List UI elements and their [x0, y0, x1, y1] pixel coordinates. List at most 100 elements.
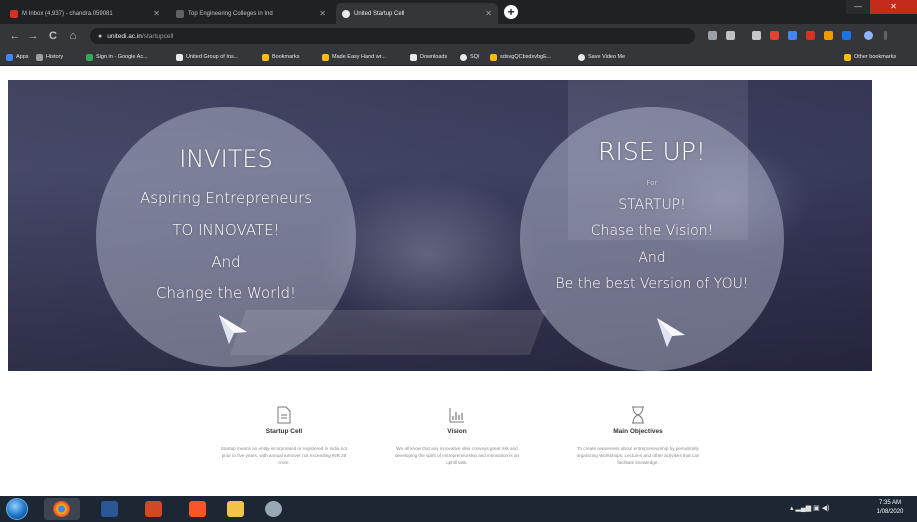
word-icon [101, 501, 118, 517]
bookmark-label: Downloads [420, 54, 448, 60]
rise-up-line-3: And [638, 250, 666, 266]
page-icon [176, 9, 184, 18]
taskbar-brave[interactable] [180, 498, 216, 520]
extension-icon[interactable] [770, 31, 779, 40]
feature-main-objectives: Main Objectives To create awareness abou… [548, 406, 728, 466]
tab-close-icon[interactable]: ✕ [481, 9, 492, 18]
browser-toolbar: ← → C ⌂ ● unitedi.ac.in /startupcell [0, 24, 917, 48]
extension-icon[interactable] [824, 31, 833, 40]
bookmark-united-group[interactable]: United Group of Ins... [176, 51, 238, 63]
bookmark-label: History [46, 54, 64, 60]
feature-startup-cell: Startup Cell Startup means an entity inc… [194, 406, 374, 466]
apps-icon [6, 53, 13, 61]
minimize-button[interactable]: — [846, 0, 870, 14]
rise-up-line-1: STARTUP! [618, 197, 686, 213]
menu-icon[interactable] [884, 31, 887, 40]
windows-taskbar: ▴ ▂▄▆ ▣ ◀) 7:35 AM 1/08/2020 [0, 496, 917, 522]
rise-up-title: RISE UP! [598, 137, 706, 166]
tab-label: United Startup Cell [354, 10, 405, 17]
globe-icon [578, 53, 585, 61]
taskbar-powerpoint[interactable] [136, 498, 172, 520]
folder-icon [844, 53, 851, 61]
extension-icon[interactable] [842, 31, 851, 40]
address-bar[interactable]: ● unitedi.ac.in /startupcell [90, 28, 695, 44]
bookmark-made-easy[interactable]: Made Easy Hand wr... [322, 51, 386, 63]
url-path: /startupcell [141, 32, 174, 40]
feature-vision: Vision We all know that any innovative i… [367, 406, 547, 466]
gmail-icon [10, 9, 18, 18]
rise-up-for: For [646, 179, 658, 187]
bookmark-google[interactable]: Sign in - Google Ac... [86, 51, 148, 63]
bookmarks-bar: Apps History Sign in - Google Ac... Unit… [0, 48, 917, 66]
bookmark-save-video[interactable]: Save Video Me [578, 51, 625, 63]
tab-gmail[interactable]: M Inbox (4,937) - chandra.059081 ✕ [4, 3, 166, 24]
forward-button[interactable]: → [26, 29, 40, 43]
bookmark-label: SQI [470, 54, 480, 60]
bookmark-label: Other bookmarks [854, 54, 897, 60]
lock-icon: ● [98, 32, 103, 40]
brave-icon [189, 501, 206, 517]
bookmark-folder[interactable]: sdsvgQCbsdxvbgE... [490, 51, 551, 63]
tab-close-icon[interactable]: ✕ [315, 9, 326, 18]
powerpoint-icon [145, 501, 162, 517]
rise-up-line-4: Be the best Version of YOU! [555, 276, 749, 292]
system-tray[interactable]: ▴ ▂▄▆ ▣ ◀) [790, 504, 829, 512]
clock[interactable]: 7:35 AM 1/08/2020 [870, 499, 910, 517]
folder-icon [322, 53, 329, 61]
feature-description: To create awareness about entrepreneursh… [576, 446, 700, 465]
home-button[interactable]: ⌂ [66, 29, 80, 43]
tab-close-icon[interactable]: ✕ [149, 9, 160, 18]
media-icon [265, 501, 282, 517]
star-icon[interactable] [726, 31, 735, 40]
feature-title: Startup Cell [265, 428, 303, 435]
start-button[interactable] [6, 498, 28, 520]
bookmark-apps[interactable]: Apps [6, 51, 29, 63]
feature-title: Vision [447, 428, 467, 435]
invites-title: INVITES [179, 145, 273, 173]
tab-colleges[interactable]: Top Engineering Colleges in Ind ✕ [170, 3, 332, 24]
search-icon[interactable] [708, 31, 717, 40]
bookmark-label: Save Video Me [588, 54, 626, 60]
page-content: INVITES Aspiring Entrepreneurs TO INNOVA… [0, 66, 917, 496]
bookmark-history[interactable]: History [36, 51, 63, 63]
profile-avatar[interactable] [864, 31, 873, 40]
chrome-icon [53, 501, 70, 517]
bookmark-label: United Group of Ins... [186, 54, 239, 60]
close-window-button[interactable]: ✕ [870, 0, 917, 14]
extension-icon[interactable] [788, 31, 797, 40]
tab-united-startup-cell[interactable]: United Startup Cell ✕ [336, 3, 498, 24]
taskbar-explorer[interactable] [218, 498, 254, 520]
bookmark-sqi[interactable]: SQI [460, 51, 479, 63]
history-icon [36, 53, 43, 61]
extension-icon[interactable] [752, 31, 761, 40]
folder-icon [227, 501, 244, 517]
taskbar-chrome[interactable] [44, 498, 80, 520]
paper-plane-icon [219, 315, 247, 344]
taskbar-media[interactable] [256, 498, 292, 520]
back-button[interactable]: ← [8, 29, 22, 43]
url-host: unitedi.ac.in [107, 32, 142, 40]
bookmark-other[interactable]: Other bookmarks [844, 51, 896, 63]
hero-banner: INVITES Aspiring Entrepreneurs TO INNOVA… [8, 80, 872, 371]
tab-strip: M Inbox (4,937) - chandra.059081 ✕ Top E… [0, 0, 917, 24]
bookmark-label: Apps [16, 54, 29, 60]
feature-title: Main Objectives [613, 428, 663, 435]
bookmark-downloads[interactable]: Downloads [410, 51, 447, 63]
folder-icon [490, 53, 497, 61]
extension-icon[interactable] [806, 31, 815, 40]
invites-circle: INVITES Aspiring Entrepreneurs TO INNOVA… [96, 107, 356, 367]
reload-button[interactable]: C [46, 29, 60, 43]
star-icon [262, 53, 269, 61]
taskbar-word[interactable] [92, 498, 128, 520]
new-tab-button[interactable]: + [504, 5, 518, 19]
site-icon [342, 9, 350, 18]
google-icon [86, 53, 93, 61]
globe-icon [460, 53, 467, 61]
screen: M Inbox (4,937) - chandra.059081 ✕ Top E… [0, 0, 917, 522]
document-icon [277, 406, 291, 424]
paper-plane-icon [657, 318, 685, 347]
tab-label: Top Engineering Colleges in Ind [188, 10, 273, 17]
bookmark-bookmarks[interactable]: Bookmarks [262, 51, 300, 63]
invites-line-2: TO INNOVATE! [172, 221, 280, 239]
bookmark-label: Bookmarks [272, 54, 300, 60]
